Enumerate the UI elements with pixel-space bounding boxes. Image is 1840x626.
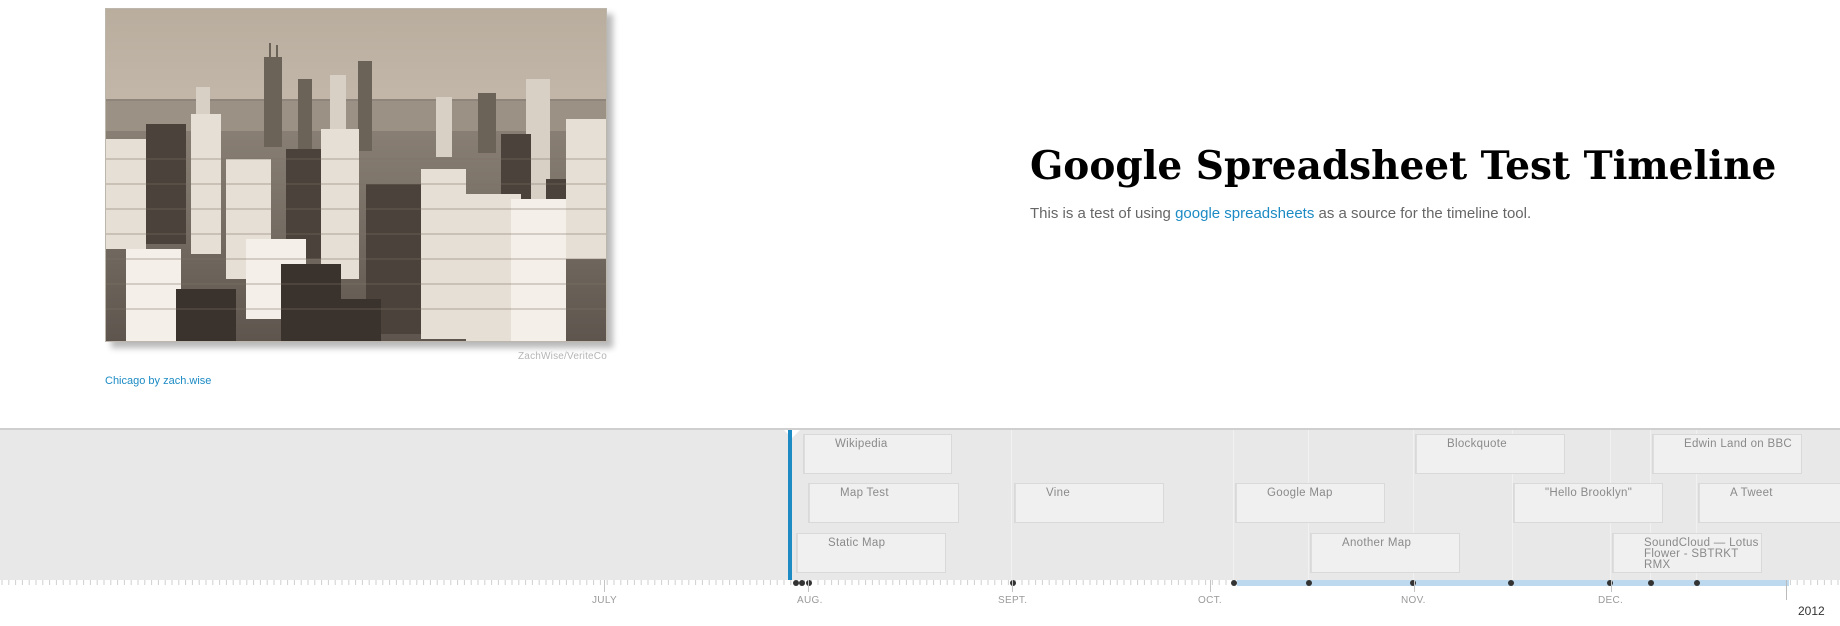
image-credit: ZachWise/VeriteCo: [518, 351, 607, 362]
divider: [1233, 430, 1234, 580]
marker-label: Google Map: [1267, 487, 1333, 499]
marker-flag: [809, 484, 810, 522]
marker-flag: [1699, 484, 1700, 522]
marker-label: SoundCloud — Lotus Flower - SBTRKT RMX: [1644, 537, 1759, 571]
timeline-description: This is a test of using google spreadshe…: [1030, 205, 1531, 222]
month-label-july: JULY: [592, 595, 617, 606]
event-dot[interactable]: [1306, 580, 1312, 586]
month-label-sept: SEPT.: [998, 595, 1028, 606]
event-dot[interactable]: [1694, 580, 1700, 586]
month-tick: [1611, 580, 1612, 592]
current-slide-pointer-icon: [784, 430, 800, 438]
current-position-line: [788, 430, 792, 580]
marker-label: "Hello Brooklyn": [1545, 487, 1633, 499]
marker-label: Map Test: [840, 487, 889, 499]
marker-google-map[interactable]: Google Map: [1235, 483, 1385, 523]
marker-flag: [1613, 534, 1614, 572]
marker-edwin-land-on-bbc[interactable]: Edwin Land on BBC: [1652, 434, 1802, 474]
description-text-end: as a source for the timeline tool.: [1314, 205, 1532, 222]
event-dot[interactable]: [1648, 580, 1654, 586]
event-dot[interactable]: [799, 580, 805, 586]
media-container: [105, 8, 607, 342]
marker-blockquote[interactable]: Blockquote: [1415, 434, 1565, 474]
marker-static-map[interactable]: Static Map: [796, 533, 946, 573]
month-label-dec: DEC.: [1598, 595, 1624, 606]
month-tick: [808, 580, 809, 592]
marker-flag: [1514, 484, 1515, 522]
month-tick: [1210, 580, 1211, 592]
slide: ZachWise/VeriteCo Chicago by zach.wise G…: [0, 0, 1840, 428]
marker-label: A Tweet: [1730, 487, 1773, 499]
marker-flag: [1416, 435, 1417, 473]
marker-flag: [797, 534, 798, 572]
month-label-oct: OCT.: [1198, 595, 1222, 606]
marker-label: Blockquote: [1447, 438, 1507, 450]
marker-hello-brooklyn[interactable]: "Hello Brooklyn": [1513, 483, 1663, 523]
year-label: 2012: [1798, 604, 1825, 618]
marker-wikipedia[interactable]: Wikipedia: [803, 434, 952, 474]
event-dot[interactable]: [1607, 580, 1613, 586]
marker-label: Vine: [1046, 487, 1071, 499]
timeline-title: Google Spreadsheet Test Timeline: [1030, 143, 1777, 189]
marker-soundcloud[interactable]: SoundCloud — Lotus Flower - SBTRKT RMX: [1612, 533, 1762, 573]
marker-a-tweet[interactable]: A Tweet: [1698, 483, 1840, 523]
event-dot[interactable]: [1010, 580, 1016, 586]
event-dot[interactable]: [1508, 580, 1514, 586]
event-dot[interactable]: [806, 580, 812, 586]
marker-label: Another Map: [1342, 537, 1412, 549]
month-tick: [604, 580, 605, 592]
marker-flag: [1236, 484, 1237, 522]
month-label-aug: AUG.: [797, 595, 823, 606]
marker-map-test[interactable]: Map Test: [808, 483, 959, 523]
description-text: This is a test of using: [1030, 205, 1176, 222]
month-label-nov: NOV.: [1401, 595, 1426, 606]
marker-vine[interactable]: Vine: [1014, 483, 1164, 523]
marker-flag: [1653, 435, 1654, 473]
marker-flag: [1015, 484, 1016, 522]
marker-flag: [804, 435, 805, 473]
google-spreadsheets-link[interactable]: google spreadsheets: [1175, 205, 1314, 222]
year-tick: [1786, 580, 1787, 600]
event-dot[interactable]: [1410, 580, 1416, 586]
chicago-skyline-photo: [105, 8, 607, 342]
image-caption-link[interactable]: Chicago by zach.wise: [105, 375, 211, 387]
marker-label: Wikipedia: [835, 438, 888, 450]
event-dot[interactable]: [1231, 580, 1237, 586]
marker-label: Static Map: [828, 537, 886, 549]
marker-another-map[interactable]: Another Map: [1310, 533, 1460, 573]
timeline-navigation[interactable]: Wikipedia Map Test Static Map Vine Googl…: [0, 428, 1840, 626]
marker-flag: [1311, 534, 1312, 572]
divider: [1011, 430, 1012, 580]
marker-label: Edwin Land on BBC: [1684, 438, 1793, 450]
timeline-top-border: [0, 428, 1840, 430]
month-tick: [1012, 580, 1013, 592]
month-tick: [1414, 580, 1415, 592]
